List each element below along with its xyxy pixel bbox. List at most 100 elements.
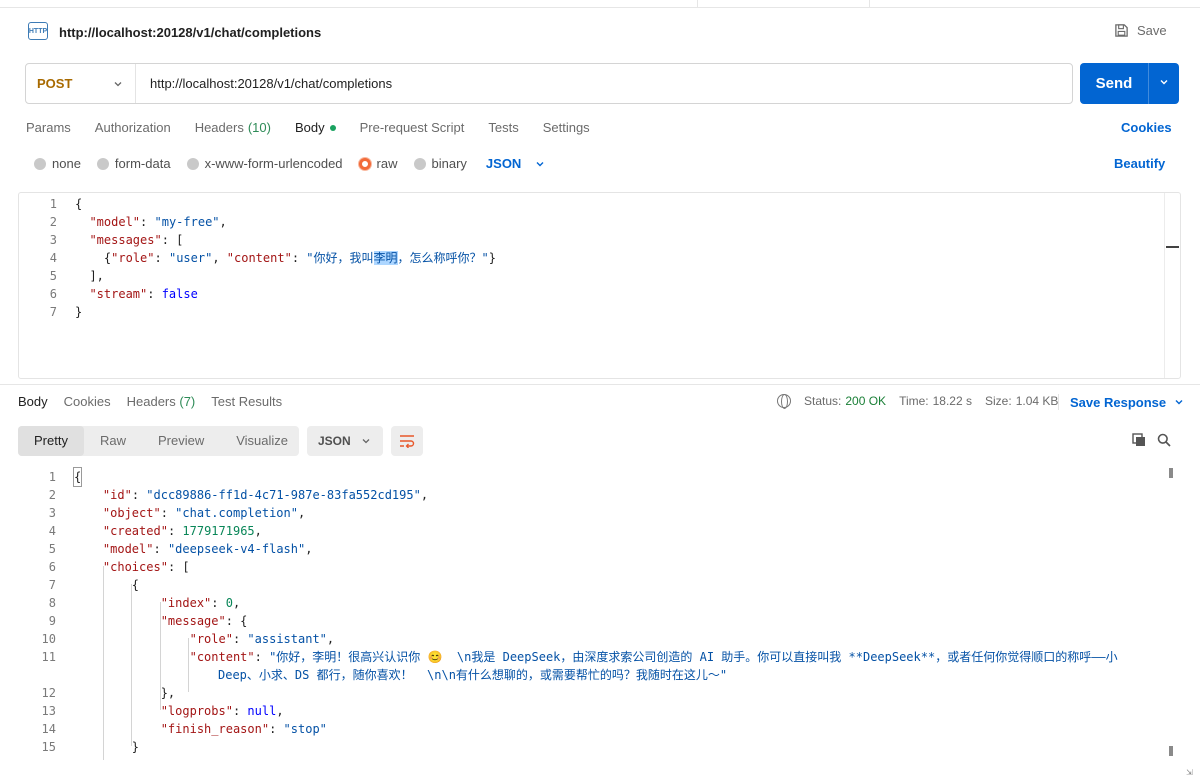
- chevron-down-icon: [536, 161, 544, 166]
- globe-icon[interactable]: [777, 394, 791, 409]
- json-finish-reason-value: stop: [290, 722, 320, 736]
- radio-form-data[interactable]: form-data: [96, 156, 171, 171]
- time-label: Time:: [899, 394, 929, 408]
- cookies-link[interactable]: Cookies: [1121, 120, 1172, 135]
- response-body-viewer[interactable]: 1{ 2 "id": "dcc89886-ff1d-4c71-987e-83fa…: [18, 466, 1181, 760]
- json-role-value: user: [176, 251, 206, 265]
- radio-label: x-www-form-urlencoded: [204, 156, 343, 171]
- response-divider: [0, 384, 1200, 385]
- tab-headers[interactable]: Headers (10): [195, 120, 271, 135]
- tab-label: Cookies: [63, 394, 111, 409]
- line-number: 3: [48, 506, 56, 520]
- format-label: JSON: [318, 434, 351, 448]
- copy-icon[interactable]: [1132, 433, 1146, 447]
- response-status-bar: Status: 200 OK Time: 18.22 s Size: 1.04 …: [777, 394, 1059, 409]
- view-preview[interactable]: Preview: [142, 426, 220, 456]
- line-number: 2: [48, 488, 56, 502]
- radio-x-www-form-urlencoded[interactable]: x-www-form-urlencoded: [186, 156, 343, 171]
- size-value[interactable]: 1.04 KB: [1016, 394, 1059, 408]
- editor-scrollbar[interactable]: [1164, 193, 1180, 378]
- json-model-value: my-free: [161, 215, 213, 229]
- save-icon: [1115, 24, 1128, 37]
- tab-label: Headers: [126, 394, 176, 409]
- radio-raw[interactable]: raw: [358, 156, 398, 171]
- tab-strip-segment: [0, 0, 698, 8]
- tab-response-cookies[interactable]: Cookies: [64, 394, 111, 409]
- json-object-value: chat.completion: [182, 506, 291, 520]
- json-stream-value: false: [161, 287, 198, 301]
- wrap-lines-button[interactable]: [391, 426, 423, 456]
- json-model-value: deepseek-v4-flash: [175, 542, 298, 556]
- view-pretty[interactable]: Pretty: [18, 426, 84, 456]
- selected-text-highlight: 李明: [373, 251, 398, 265]
- http-request-icon: HTTP: [28, 22, 48, 40]
- status-value[interactable]: 200 OK: [845, 394, 886, 408]
- search-icon[interactable]: [1157, 433, 1171, 447]
- tab-label: Tests: [488, 120, 519, 135]
- view-raw[interactable]: Raw: [84, 426, 142, 456]
- tab-label: Settings: [542, 120, 590, 135]
- line-number: 4: [49, 251, 57, 265]
- view-visualize[interactable]: Visualize: [220, 426, 304, 456]
- beautify-link[interactable]: Beautify: [1114, 156, 1165, 171]
- radio-label: raw: [376, 156, 398, 171]
- scrollbar-thumb[interactable]: [1169, 746, 1173, 756]
- tab-label: Body: [294, 120, 325, 135]
- line-number: 14: [41, 722, 56, 736]
- line-number: 2: [49, 215, 57, 229]
- tab-settings[interactable]: Settings: [543, 120, 590, 135]
- tab-label: Headers: [194, 120, 244, 135]
- line-number: 13: [41, 704, 56, 718]
- tab-label: Test Results: [211, 394, 283, 409]
- body-type-selector: none form-data x-www-form-urlencoded raw…: [34, 156, 545, 171]
- line-number: 6: [48, 560, 56, 574]
- tab-response-headers[interactable]: Headers (7): [127, 394, 196, 409]
- url-input[interactable]: [136, 64, 1072, 103]
- method-select[interactable]: POST: [26, 64, 136, 103]
- json-content-before: 你好，我叫: [313, 251, 374, 265]
- body-indicator-dot: [329, 124, 336, 131]
- response-scrollbar[interactable]: [1165, 466, 1179, 760]
- headers-count: (7): [179, 394, 196, 409]
- tab-authorization[interactable]: Authorization: [95, 120, 171, 135]
- status-label: Status:: [804, 394, 842, 408]
- format-label: JSON: [485, 156, 522, 171]
- time-value[interactable]: 18.22 s: [933, 394, 972, 408]
- save-button[interactable]: Save: [1114, 23, 1167, 38]
- tab-test-results[interactable]: Test Results: [211, 394, 282, 409]
- response-format-select[interactable]: JSON: [307, 426, 383, 456]
- send-options-button[interactable]: [1149, 77, 1179, 90]
- line-number: 8: [48, 596, 56, 610]
- json-content-value-line1: "你好，李明！很高兴认识你 😊 \n我是 DeepSeek，由深度求索公司创造的…: [269, 650, 1118, 664]
- size-label: Size:: [985, 394, 1012, 408]
- json-content-after: ，怎么称呼你？: [397, 251, 482, 265]
- save-label: Save: [1137, 23, 1167, 38]
- radio-none[interactable]: none: [34, 156, 81, 171]
- json-id-value: dcc89886-ff1d-4c71-987e-83fa552cd195: [153, 488, 414, 502]
- line-number: 9: [48, 614, 56, 628]
- resize-grip-icon[interactable]: ⇲: [1186, 768, 1193, 777]
- chevron-down-icon: [114, 81, 122, 86]
- request-body-editor[interactable]: 1{ 2 "model": "my-free", 3 "messages": […: [18, 192, 1181, 379]
- tab-response-body[interactable]: Body: [18, 394, 48, 409]
- request-tabs: Params Authorization Headers (10) Body Pr…: [26, 120, 614, 135]
- chevron-down-icon: [1160, 80, 1168, 85]
- json-logprobs-value: null: [247, 704, 277, 718]
- line-number: 7: [49, 305, 57, 319]
- tab-label: Body: [18, 394, 48, 409]
- radio-circle: [96, 157, 109, 170]
- tab-params[interactable]: Params: [26, 120, 71, 135]
- tab-body[interactable]: Body: [295, 120, 336, 135]
- scrollbar-thumb[interactable]: [1169, 468, 1173, 478]
- line-number: 5: [48, 542, 56, 556]
- save-response-button[interactable]: Save Response: [1058, 394, 1184, 410]
- body-format-select[interactable]: JSON: [486, 156, 545, 171]
- tab-tests[interactable]: Tests: [488, 120, 518, 135]
- radio-binary[interactable]: binary: [413, 156, 467, 171]
- wrap-lines-icon: [400, 435, 415, 448]
- send-button[interactable]: Send: [1080, 63, 1179, 104]
- line-number: 15: [41, 740, 56, 754]
- json-index-value: 0: [225, 596, 233, 610]
- radio-circle: [34, 157, 46, 170]
- tab-pre-request-script[interactable]: Pre-request Script: [360, 120, 465, 135]
